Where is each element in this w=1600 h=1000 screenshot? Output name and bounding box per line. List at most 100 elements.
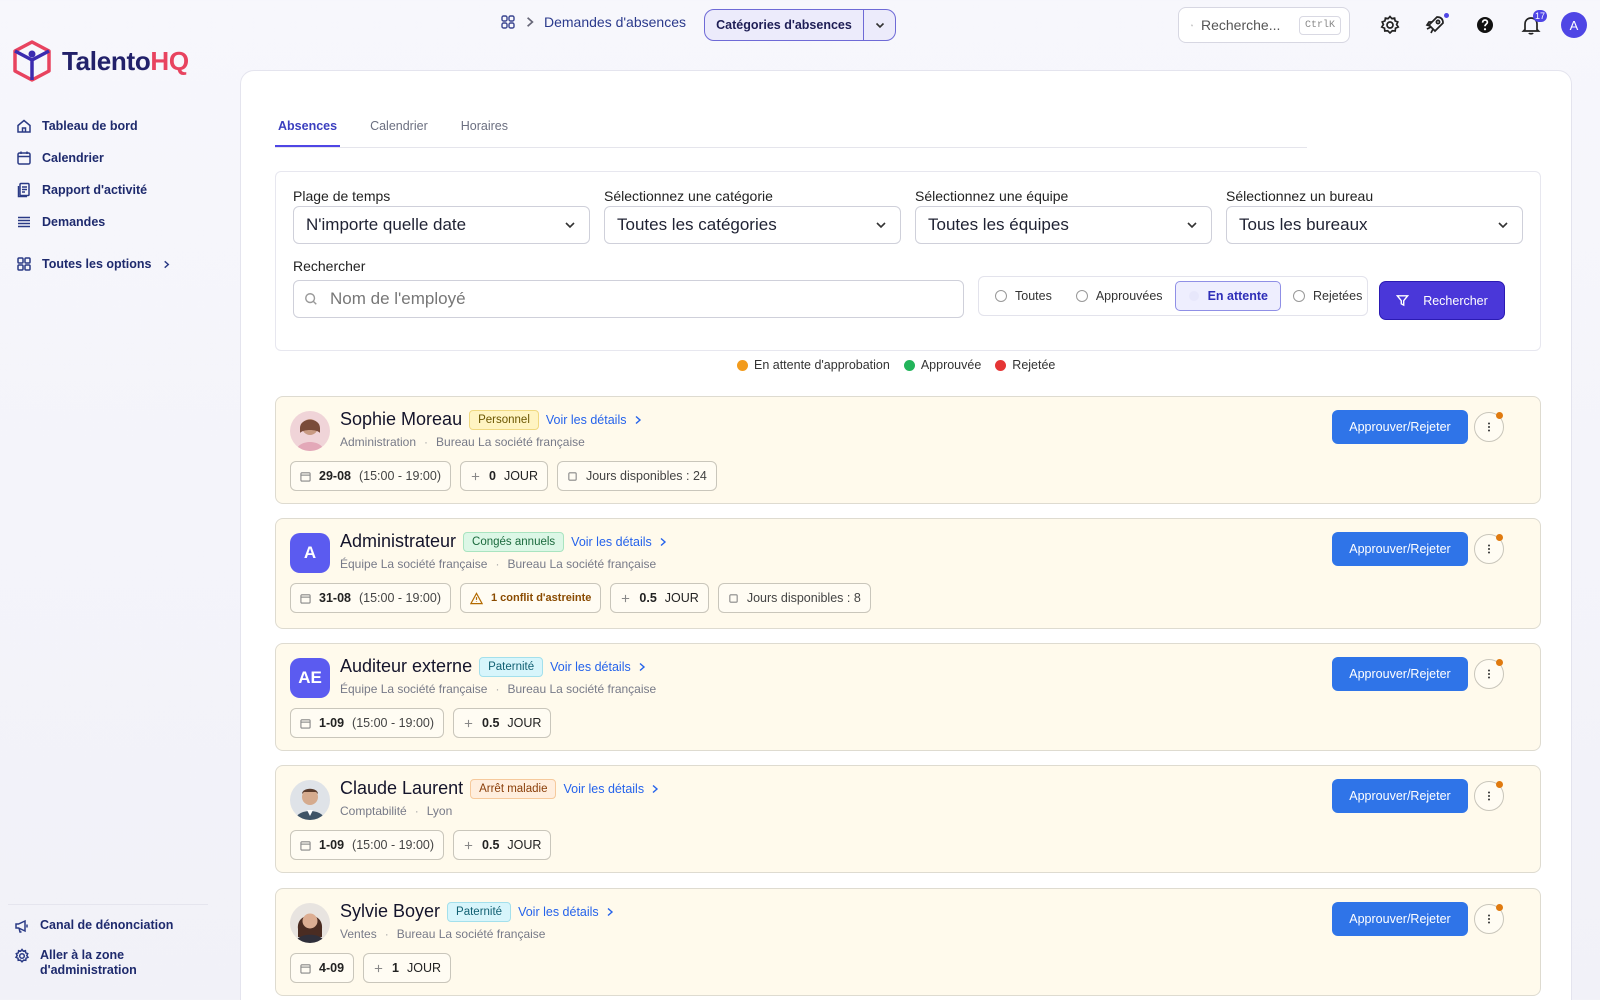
employee-search-group: Rechercher xyxy=(293,258,964,318)
tab-calendar[interactable]: Calendrier xyxy=(367,107,431,147)
more-options-button[interactable] xyxy=(1474,904,1504,934)
status-approved[interactable]: Approuvées xyxy=(1064,281,1175,311)
tab-absences[interactable]: Absences xyxy=(275,107,341,147)
calendar-icon xyxy=(300,471,311,482)
plus-icon xyxy=(463,718,474,729)
absence-type-badge: Arrêt maladie xyxy=(470,778,557,799)
request-card: Sophie Moreau Personnel Voir les détails… xyxy=(275,396,1541,504)
square-icon xyxy=(567,471,578,482)
card-header: Auditeur externe Paternité Voir les déta… xyxy=(340,656,647,677)
more-options-button[interactable] xyxy=(1474,659,1504,689)
calendar-icon xyxy=(300,840,311,851)
view-details-link[interactable]: Voir les détails xyxy=(518,905,615,919)
employee-meta: Comptabilité · Lyon xyxy=(340,804,453,818)
office-label: Sélectionnez un bureau xyxy=(1226,188,1374,204)
more-options-button[interactable] xyxy=(1474,781,1504,811)
apps-grid-icon[interactable] xyxy=(500,14,516,30)
sidebar-item-label: Rapport d'activité xyxy=(42,183,148,197)
tab-schedules[interactable]: Horaires xyxy=(458,107,511,147)
legend-dot xyxy=(737,359,748,371)
approve-reject-button[interactable]: Approuver/Rejeter xyxy=(1332,779,1468,813)
sidebar-item-admin-zone[interactable]: Aller à la zone d'administration xyxy=(14,948,173,978)
approve-reject-button[interactable]: Approuver/Rejeter xyxy=(1332,410,1468,444)
employee-search-box[interactable] xyxy=(293,280,964,318)
category-select[interactable]: Toutes les catégories xyxy=(604,206,901,244)
view-details-link[interactable]: Voir les détails xyxy=(550,660,647,674)
sidebar-item-label: Canal de dénonciation xyxy=(40,918,174,932)
sidebar-item-calendar[interactable]: Calendrier xyxy=(16,142,171,174)
time-range-select[interactable]: N'importe quelle date xyxy=(293,206,590,244)
employee-meta: Administration · Bureau La société françai… xyxy=(340,435,585,449)
legend-item-rejected: Rejetée xyxy=(995,358,1055,372)
employee-name: Sylvie Boyer xyxy=(340,901,441,921)
chevron-right-icon xyxy=(637,662,647,672)
sidebar-item-label: Toutes les options xyxy=(42,257,152,271)
legend-dot xyxy=(995,359,1007,371)
view-details-link[interactable]: Voir les détails xyxy=(571,535,668,549)
conflict-chip[interactable]: 1 conflit d'astreinte xyxy=(459,583,602,613)
employee-photo xyxy=(290,411,330,451)
plus-icon xyxy=(463,840,474,851)
global-search[interactable]: CtrlK xyxy=(1178,7,1350,43)
filters-panel: Plage de temps N'importe quelle date Sél… xyxy=(275,171,1541,351)
sidebar-item-dashboard[interactable]: Tableau de bord xyxy=(16,110,171,142)
office-value: Tous les bureaux xyxy=(1239,215,1368,234)
time-range-filter: Plage de temps N'importe quelle date xyxy=(293,188,590,244)
rocket-icon[interactable] xyxy=(1424,14,1446,36)
status-pending[interactable]: En attente xyxy=(1174,281,1281,311)
chevron-right-icon xyxy=(162,260,171,269)
view-details-link[interactable]: Voir les détails xyxy=(546,413,643,427)
sidebar-item-whistleblowing[interactable]: Canal de dénonciation xyxy=(14,918,173,934)
employee-meta: Équipe La société française · Bureau La so… xyxy=(340,682,657,696)
date-chip: 31-08 (15:00 - 19:00) xyxy=(290,583,451,613)
duration-chip: 0.5 JOUR xyxy=(610,583,709,613)
list-icon xyxy=(16,214,32,230)
user-avatar[interactable]: A xyxy=(1561,12,1587,38)
settings-icon[interactable] xyxy=(1379,14,1401,36)
employee-search-input[interactable] xyxy=(330,289,953,309)
calendar-icon xyxy=(300,718,311,729)
report-icon xyxy=(16,182,32,198)
category-filter: Sélectionnez une catégorie Toutes les ca… xyxy=(604,188,901,244)
team-select[interactable]: Toutes les équipes xyxy=(915,206,1212,244)
more-options-button[interactable] xyxy=(1474,534,1504,564)
sidebar-item-requests[interactable]: Demandes xyxy=(16,206,171,238)
sidebar-item-all-options[interactable]: Toutes les options xyxy=(16,248,171,280)
time-range-value: N'importe quelle date xyxy=(306,215,467,234)
employee-name: Auditeur externe xyxy=(340,656,473,676)
legend-item-approved: Approuvée xyxy=(903,358,981,372)
help-icon[interactable] xyxy=(1474,14,1496,36)
global-search-input[interactable] xyxy=(1200,17,1291,33)
sidebar-item-activity-report[interactable]: Rapport d'activité xyxy=(16,174,171,206)
search-icon xyxy=(1191,18,1193,33)
duration-chip: 0.5 JOUR xyxy=(453,708,552,738)
duration-chip: 0 JOUR xyxy=(459,461,548,491)
pending-indicator xyxy=(1496,659,1503,666)
office-select[interactable]: Tous les bureaux xyxy=(1226,206,1523,244)
absence-categories-button[interactable]: Catégories d'absences xyxy=(705,10,863,40)
absence-type-badge: Paternité xyxy=(447,901,512,922)
sidebar-divider xyxy=(8,904,208,905)
logo-text: TalentoHQ xyxy=(62,45,189,76)
status-rejected[interactable]: Rejetées xyxy=(1281,281,1374,311)
absence-categories-dropdown[interactable] xyxy=(863,10,895,40)
date-chip: 4-09 xyxy=(290,953,355,983)
approve-reject-button[interactable]: Approuver/Rejeter xyxy=(1332,532,1468,566)
chevron-right-icon xyxy=(605,907,615,917)
chevron-down-icon xyxy=(874,218,888,232)
approve-reject-button[interactable]: Approuver/Rejeter xyxy=(1332,902,1468,936)
legend-dot xyxy=(903,359,915,371)
approve-reject-button[interactable]: Approuver/Rejeter xyxy=(1332,657,1468,691)
status-all[interactable]: Toutes xyxy=(983,281,1064,311)
chevron-down-icon xyxy=(1185,218,1199,232)
sidebar-item-label: Aller à la zone d'administration xyxy=(40,948,137,977)
employee-avatar: AE xyxy=(290,658,330,698)
search-button[interactable]: Rechercher xyxy=(1380,282,1504,319)
breadcrumb-current[interactable]: Demandes d'absences xyxy=(544,14,686,30)
view-details-link[interactable]: Voir les détails xyxy=(563,782,660,796)
chevron-down-icon xyxy=(563,218,577,232)
chevron-down-icon xyxy=(874,19,886,31)
employee-photo xyxy=(290,780,330,820)
more-options-button[interactable] xyxy=(1474,412,1504,442)
time-range-label: Plage de temps xyxy=(293,188,391,204)
